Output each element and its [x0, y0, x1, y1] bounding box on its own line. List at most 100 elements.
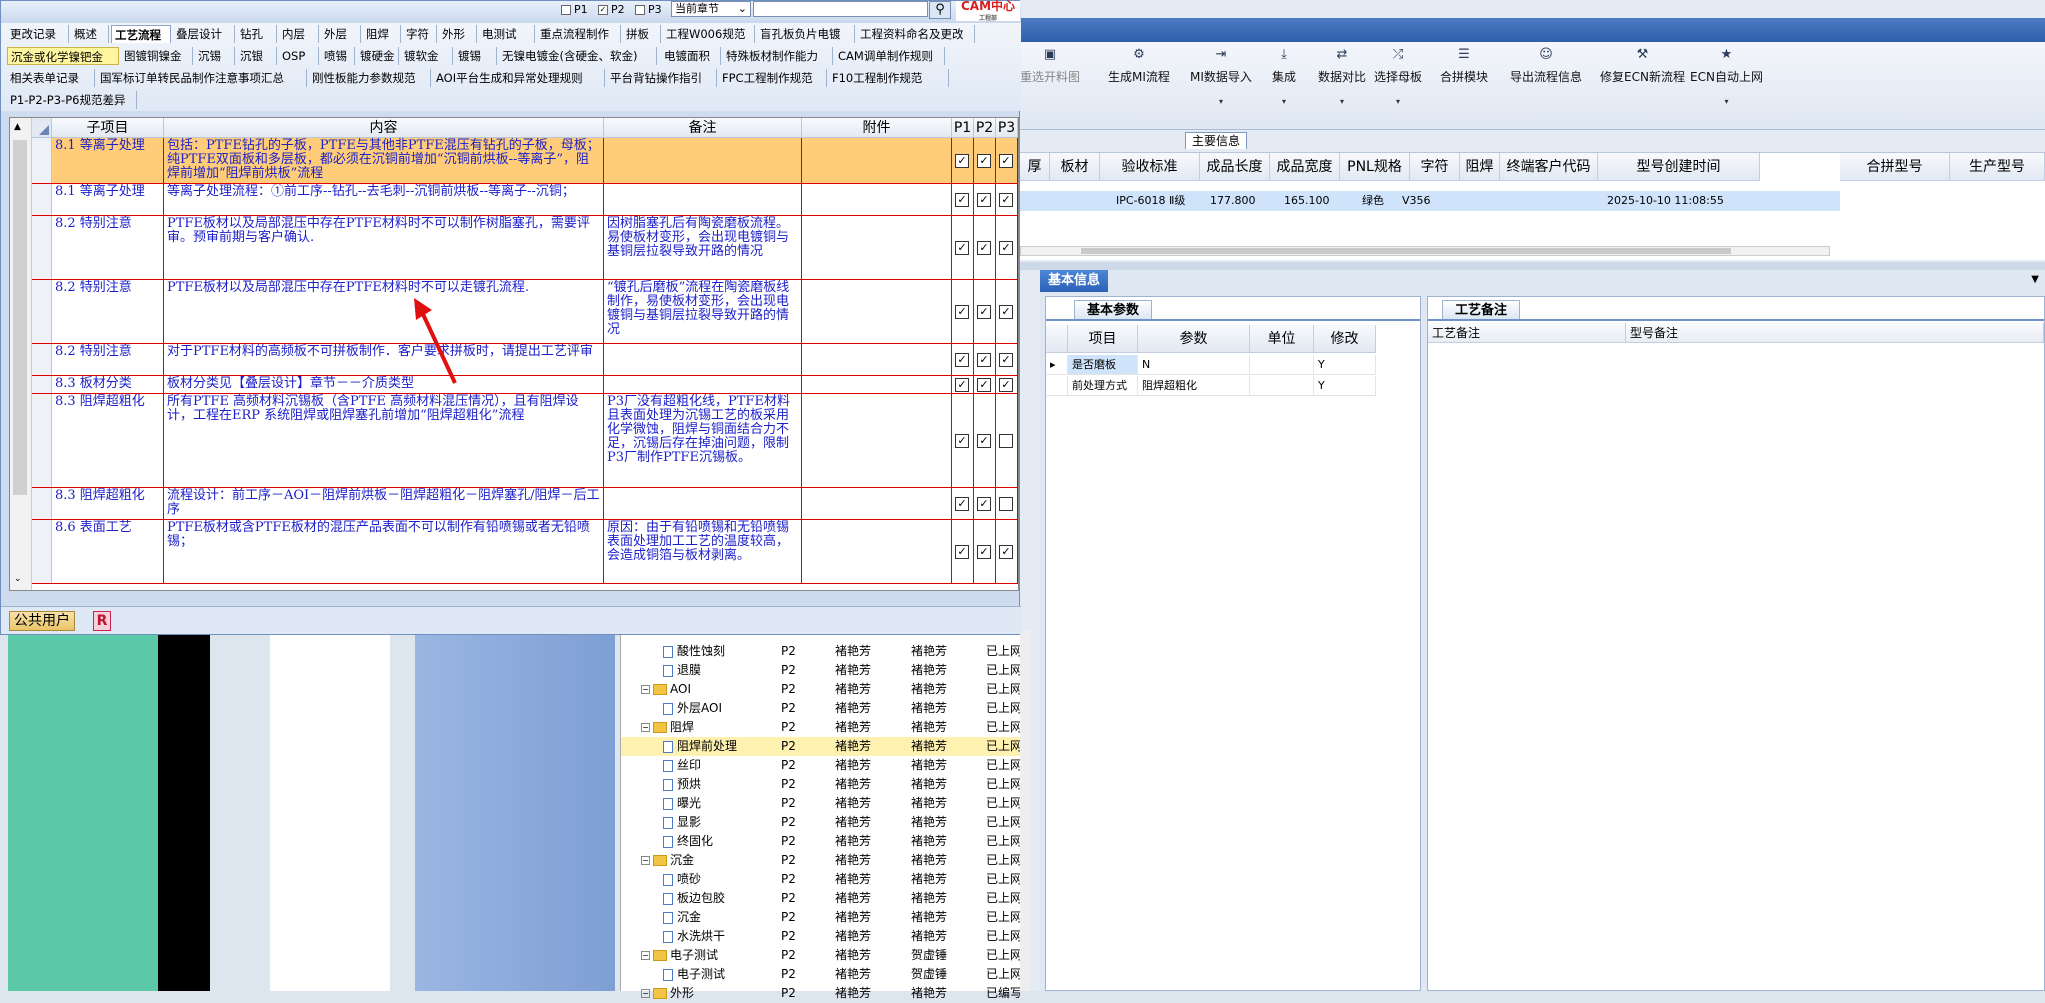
tab-tabs_row1-10[interactable]: 电测试 [479, 25, 535, 43]
params-cell-unit[interactable] [1250, 376, 1314, 396]
params-corner[interactable] [1046, 325, 1068, 353]
checked-checkbox[interactable]: ✓ [977, 433, 991, 448]
checked-checkbox[interactable]: ✓ [955, 496, 969, 511]
tab-basic-params[interactable]: 基本参数 [1074, 300, 1153, 320]
tab-tabs_row2-11[interactable]: 特殊板材制作能力 [723, 47, 833, 65]
tab-tabs_row1-14[interactable]: 盲孔板负片电镀 [757, 25, 855, 43]
tab-tabs_row1-13[interactable]: 工程W006规范 [663, 25, 755, 43]
tree-node[interactable]: − AOI [641, 680, 691, 699]
toolbar-button-2[interactable]: ⇥ MI数据导入 ▾ [1190, 48, 1252, 107]
tab-tabs_row3-6[interactable]: F10工程制作规范 [829, 69, 949, 87]
toolbar-button-6[interactable]: ☰ 合拼模块 [1440, 48, 1488, 85]
params-cell-edit[interactable]: Y [1314, 376, 1376, 396]
checked-checkbox[interactable]: ✓ [999, 304, 1013, 319]
params-header-1[interactable]: 参数 [1138, 325, 1250, 353]
grid-header-3[interactable]: 附件 [802, 118, 952, 138]
grid-header-2[interactable]: 备注 [604, 118, 802, 138]
toolbar-button-5[interactable]: ⤮ 选择母板 ▾ [1374, 48, 1422, 107]
params-header-2[interactable]: 单位 [1250, 325, 1314, 353]
tree-row[interactable]: 丝印 P2 褚艳芳 褚艳芳 已上网 [621, 756, 1022, 775]
main-info-hscrollbar[interactable] [1020, 246, 1830, 256]
tree-row[interactable]: 水洗烘干 P2 褚艳芳 褚艳芳 已上网 [621, 927, 1022, 946]
tree-node[interactable]: 板边包胶 [663, 889, 725, 908]
grid-cell-note[interactable] [604, 184, 802, 215]
grid-row[interactable]: 8.2 特别注意 PTFE板材以及局部混压中存在PTFE材料时不可以走镀孔流程. “… [32, 280, 1018, 344]
checked-checkbox[interactable]: ✓ [955, 352, 969, 367]
main-info-label[interactable]: 主要信息 [1185, 132, 1248, 149]
unchecked-checkbox[interactable] [999, 433, 1013, 448]
grid-cell-sub[interactable]: 8.2 特别注意 [52, 216, 164, 279]
grid-cell-sub[interactable]: 8.2 特别注意 [52, 344, 164, 375]
grid-cell-attach[interactable] [802, 216, 952, 279]
p1-filter-checkbox[interactable]: P1 [561, 3, 588, 17]
grid-cell-content[interactable]: 板材分类见【叠层设计】章节－－介质类型 [164, 376, 604, 393]
info-header-8[interactable]: 终端客户代码 [1500, 153, 1598, 181]
grid-header-6[interactable]: P3 [996, 118, 1018, 138]
tab-tabs_row1-1[interactable]: 概述 [71, 25, 109, 43]
info-cell-standard[interactable]: IPC-6018 Ⅱ级 [1112, 191, 1185, 211]
dropdown-arrow-icon[interactable]: ▾ [1318, 97, 1366, 106]
tree-node[interactable]: 曝光 [663, 794, 701, 813]
info-cell-mask[interactable]: 绿色 [1358, 191, 1384, 211]
info-header-6[interactable]: 字符 [1410, 153, 1460, 181]
checked-checkbox[interactable]: ✓ [955, 153, 969, 168]
toolbar-button-1[interactable]: ⚙ 生成MI流程 [1108, 48, 1170, 85]
search-button[interactable]: ⚲ [929, 1, 951, 19]
checked-checkbox[interactable]: ✓ [955, 240, 969, 255]
grid-cell-content[interactable]: 所有PTFE 高频材料沉锡板（含PTFE 高频材料混压情况），且有阻焊设计，工程… [164, 394, 604, 487]
panel-splitter[interactable] [1000, 262, 2045, 270]
checked-checkbox[interactable]: ✓ [999, 240, 1013, 255]
chevron-down-icon[interactable]: ▼ [2031, 274, 2039, 285]
grid-cell-content[interactable]: 包括：PTFE钻孔的子板，PTFE与其他非PTFE混压有钻孔的子板，母板；纯PT… [164, 138, 604, 183]
tab-tabs_row1-8[interactable]: 字符 [403, 25, 437, 43]
grid-row[interactable]: 8.1 等离子处理 等离子处理流程：①前工序--钻孔--去毛刺--沉铜前烘板--等… [32, 184, 1018, 216]
grid-cell-note[interactable]: 原因：由于有铅喷锡和无铅喷锡表面处理加工工艺的温度较高，会造成铜箔与板材剥离。 [604, 520, 802, 583]
grid-cell-note[interactable] [604, 376, 802, 393]
p3-filter-checkbox[interactable]: P3 [635, 3, 662, 17]
toolbar-button-4[interactable]: ⇄ 数据对比 ▾ [1318, 48, 1366, 107]
chapter-search-input[interactable] [753, 1, 928, 17]
tab-tabs_row3-5[interactable]: FPC工程制作规范 [719, 69, 827, 87]
tree-node[interactable]: 阻焊前处理 [663, 737, 737, 756]
checked-checkbox[interactable]: ✓ [977, 352, 991, 367]
toolbar-button-0[interactable]: ▣ 重选开料图 [1020, 48, 1080, 85]
public-user-button[interactable]: 公共用户 [9, 611, 75, 631]
toolbar-button-8[interactable]: ⚒ 修复ECN新流程 [1600, 48, 1685, 85]
tab-tabs_row3-3[interactable]: AOI平台生成和异常处理规则 [433, 69, 605, 87]
collapse-icon[interactable]: − [641, 989, 650, 998]
grid-cell-note[interactable] [604, 344, 802, 375]
collapse-icon[interactable]: − [641, 723, 650, 732]
grid-cell-note[interactable]: P3厂没有超粗化线，PTFE材料且表面处理为沉锡工艺的板采用化学微蚀，阻焊与铜面… [604, 394, 802, 487]
info-cell-created[interactable]: 2025-10-10 11:08:55 [1603, 191, 1724, 211]
tab-tabs_row2-12[interactable]: CAM调单制作规则 [835, 47, 945, 65]
grid-cell-attach[interactable] [802, 138, 952, 183]
grid-cell-content[interactable]: 对于PTFE材料的高频板不可拼板制作．客户要求拼板时，请提出工艺评审 [164, 344, 604, 375]
tree-row[interactable]: − 沉金 P2 褚艳芳 褚艳芳 已上网 [621, 851, 1022, 870]
checked-checkbox[interactable]: ✓ [955, 433, 969, 448]
tree-node[interactable]: − 阻焊 [641, 718, 694, 737]
grid-header-4[interactable]: P1 [952, 118, 974, 138]
checked-checkbox[interactable]: ✓ [977, 240, 991, 255]
params-cell-unit[interactable] [1250, 355, 1314, 375]
grid-cell-sub[interactable]: 8.1 等离子处理 [52, 184, 164, 215]
checked-checkbox[interactable]: ✓ [999, 544, 1013, 559]
tab-tabs_row1-0[interactable]: 更改记录 [7, 25, 69, 43]
grid-cell-attach[interactable] [802, 394, 952, 487]
tab-tabs_row1-7[interactable]: 阻焊 [363, 25, 401, 43]
basic-info-title[interactable]: 基本信息 [1040, 270, 1109, 292]
params-cell-param[interactable]: 阻焊超粗化 [1138, 376, 1250, 396]
tree-node[interactable]: 外层AOI [663, 699, 722, 718]
row-header[interactable] [32, 280, 52, 343]
checked-checkbox[interactable]: ✓ [999, 352, 1013, 367]
grid-row[interactable]: 8.3 阻焊超粗化 所有PTFE 高频材料沉锡板（含PTFE 高频材料混压情况），… [32, 394, 1018, 488]
checked-checkbox[interactable]: ✓ [999, 192, 1013, 207]
tab-tabs_row2-7[interactable]: 镀软金 [401, 47, 453, 65]
params-header-0[interactable]: 项目 [1068, 325, 1138, 353]
row-indicator[interactable]: ▸ [1046, 355, 1068, 375]
row-header[interactable] [32, 520, 52, 583]
tab-tabs_row1-9[interactable]: 外形 [439, 25, 477, 43]
grid-cell-content[interactable]: PTFE板材以及局部混压中存在PTFE材料时不可以走镀孔流程. [164, 280, 604, 343]
grid-cell-sub[interactable]: 8.3 阻焊超粗化 [52, 488, 164, 519]
tab-tabs_row2-2[interactable]: 沉锡 [195, 47, 235, 65]
tab-tabs_row3-2[interactable]: 刚性板能力参数规范 [309, 69, 431, 87]
